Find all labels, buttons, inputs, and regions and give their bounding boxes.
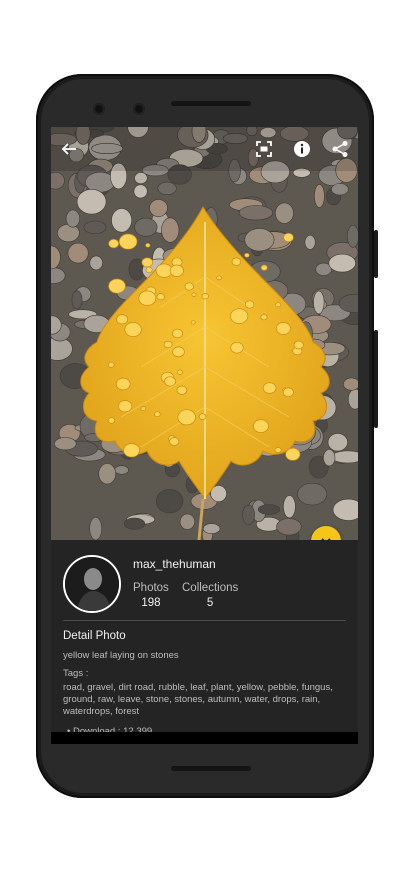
tags-list: road, gravel, dirt road, rubble, leaf, p… (63, 682, 333, 717)
water-drop (260, 264, 268, 271)
water-drop (138, 290, 157, 306)
water-drop (172, 328, 183, 339)
water-drop (145, 266, 153, 274)
water-drop (163, 340, 173, 349)
photos-count: 198 (141, 597, 161, 609)
app-screen: max_thehuman Photos 198 Collections 5 De… (51, 127, 358, 741)
front-sensor (133, 103, 145, 115)
fullscreen-button[interactable] (252, 137, 276, 161)
fullscreen-icon (256, 141, 272, 157)
share-icon (332, 141, 348, 157)
water-drop (262, 382, 277, 394)
water-drop (293, 340, 304, 350)
water-drop (244, 252, 250, 258)
water-drop (169, 264, 184, 277)
water-drop (115, 377, 131, 391)
water-drop (177, 409, 196, 426)
water-drop (190, 320, 196, 325)
water-drop (176, 369, 183, 375)
collections-count: 5 (206, 597, 214, 609)
volume-button (374, 330, 378, 428)
water-drop (141, 257, 154, 268)
water-drop (230, 308, 249, 324)
water-drop (285, 447, 301, 461)
water-drop (164, 376, 177, 387)
photos-label: Photos (133, 582, 169, 594)
user-avatar-image (65, 557, 119, 611)
avatar[interactable] (63, 555, 121, 613)
water-drop (108, 278, 126, 294)
water-drop (118, 233, 138, 250)
username[interactable]: max_thehuman (133, 557, 216, 571)
water-drop (107, 417, 116, 424)
photos-stat[interactable]: Photos 198 (133, 582, 169, 609)
collections-stat[interactable]: Collections 5 (182, 582, 238, 609)
water-drop (198, 413, 207, 420)
front-camera (93, 103, 105, 115)
water-drop (231, 257, 242, 266)
toolbar (51, 127, 358, 171)
photo-description: yellow leaf laying on stones (63, 650, 179, 661)
collections-label: Collections (182, 582, 239, 594)
bottom-speaker (171, 766, 251, 771)
detail-title: Detail Photo (63, 630, 126, 642)
water-drop (107, 361, 115, 368)
info-icon (294, 141, 310, 157)
top-speaker (171, 101, 251, 106)
arrow-left-icon (61, 143, 76, 155)
water-drop (118, 400, 133, 413)
share-button[interactable] (328, 137, 352, 161)
tags-label: Tags : (63, 668, 89, 679)
water-drop (275, 302, 282, 308)
water-drop (275, 322, 291, 335)
water-drop (172, 346, 185, 358)
water-drop (230, 341, 244, 354)
power-button (374, 230, 378, 278)
water-drop (123, 443, 140, 458)
back-button[interactable] (57, 137, 81, 161)
water-drop (154, 411, 161, 418)
system-nav-bar (51, 732, 358, 744)
water-drop (216, 275, 222, 281)
water-drop (169, 437, 180, 446)
water-drop (274, 447, 282, 454)
water-drop (176, 385, 188, 395)
water-drop (156, 293, 165, 301)
water-drop (282, 387, 294, 398)
water-drop (260, 314, 268, 321)
water-drop (124, 322, 142, 337)
photo-view[interactable] (51, 127, 358, 540)
water-drop (283, 232, 294, 243)
water-drop (145, 243, 151, 248)
water-drop (108, 238, 120, 249)
water-drop (140, 406, 147, 412)
leaf-image (80, 205, 330, 540)
water-drop (244, 300, 255, 309)
water-drop (252, 419, 269, 433)
divider (63, 620, 346, 621)
photo-info-panel: max_thehuman Photos 198 Collections 5 De… (51, 540, 358, 741)
water-drop (116, 314, 129, 325)
water-drop (184, 282, 194, 291)
water-drop (191, 292, 197, 297)
water-drop (201, 293, 209, 300)
info-button[interactable] (290, 137, 314, 161)
